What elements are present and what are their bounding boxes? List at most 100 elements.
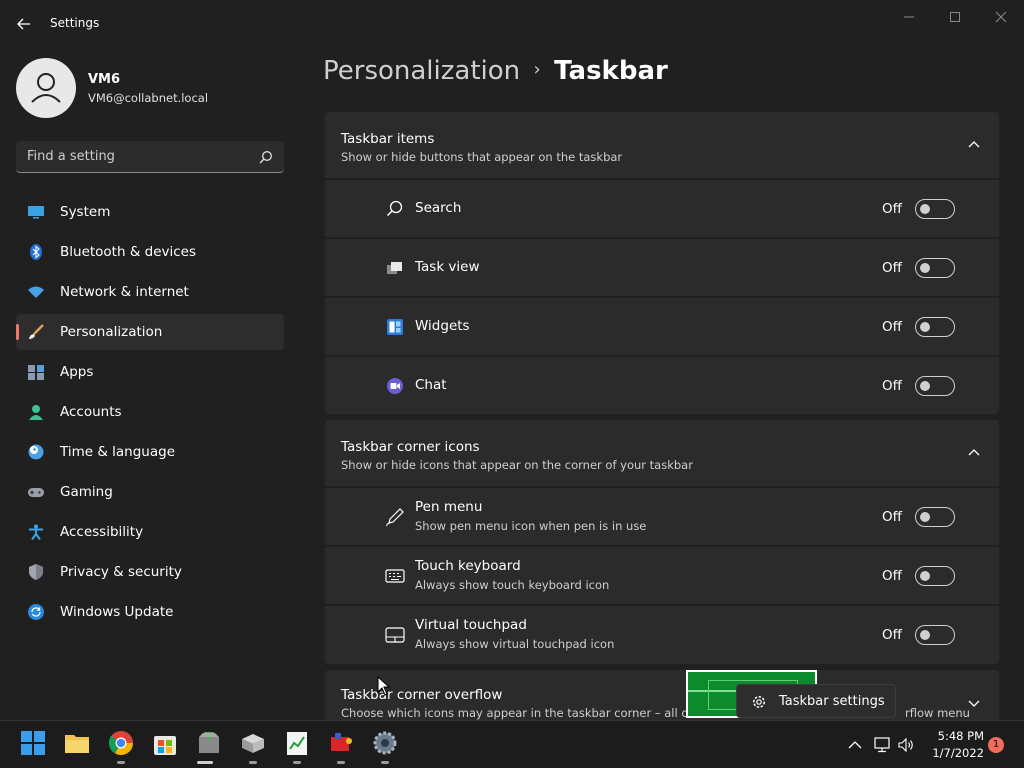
network-icon[interactable]	[873, 736, 891, 754]
running-indicator	[117, 761, 125, 764]
widgets-icon	[387, 319, 403, 335]
close-icon[interactable]	[986, 8, 1016, 26]
running-indicator	[249, 761, 257, 764]
running-indicator	[293, 761, 301, 764]
media-app-icon[interactable]	[327, 729, 355, 757]
toggle-knob	[920, 263, 930, 273]
sidebar-item-gaming[interactable]: Gaming	[16, 474, 284, 510]
volume-icon[interactable]	[897, 736, 915, 754]
touchpad-icon	[385, 627, 405, 643]
sidebar-item-label: System	[60, 204, 111, 220]
restore-icon[interactable]	[940, 8, 970, 26]
notification-badge[interactable]: 1	[988, 737, 1004, 753]
taskbar-corner-icons-header[interactable]: Taskbar corner icons Show or hide icons …	[325, 420, 999, 486]
search-icon[interactable]	[258, 149, 274, 165]
sidebar-item-label: Gaming	[60, 484, 113, 500]
setting-row-pen-menu: Pen menu Show pen menu icon when pen is …	[325, 486, 999, 543]
chrome-icon[interactable]	[107, 729, 135, 757]
toggle-knob	[920, 571, 930, 581]
search-toggle[interactable]	[915, 199, 955, 219]
sidebar-item-accounts[interactable]: Accounts	[16, 394, 284, 430]
virtual-touchpad-toggle[interactable]	[915, 625, 955, 645]
setting-row-widgets: Widgets Off	[325, 296, 999, 353]
setting-title: Widgets	[415, 318, 470, 334]
taskbar-settings-tooltip[interactable]: Taskbar settings	[736, 684, 896, 718]
monitor-icon	[28, 206, 44, 219]
taskbar-items-header[interactable]: Taskbar items Show or hide buttons that …	[325, 112, 999, 178]
taskbar-corner-overflow-section[interactable]: Taskbar corner overflow Choose which ico…	[325, 670, 999, 722]
breadcrumb-parent[interactable]: Personalization	[323, 56, 520, 86]
file-explorer-icon[interactable]	[63, 729, 91, 757]
accessibility-icon	[29, 524, 43, 540]
tooltip-label: Taskbar settings	[779, 694, 885, 709]
touch-keyboard-toggle[interactable]	[915, 566, 955, 586]
sidebar-item-personalization[interactable]: Personalization	[16, 314, 284, 350]
chevron-up-icon[interactable]	[967, 138, 981, 152]
taskbar-clock[interactable]: 5:48 PM 1/7/2022	[920, 729, 984, 760]
search-icon	[386, 200, 403, 217]
keyboard-icon	[385, 569, 405, 583]
start-icon[interactable]	[19, 729, 47, 757]
sidebar-item-label: Network & internet	[60, 284, 189, 300]
toggle-state-label: Off	[882, 201, 902, 217]
section-subtitle: Choose which icons may appear in the tas…	[341, 706, 712, 720]
toggle-state-label: Off	[882, 627, 902, 643]
gamepad-icon	[28, 488, 44, 497]
sidebar-item-privacy-security[interactable]: Privacy & security	[16, 554, 284, 590]
avatar[interactable]	[16, 58, 76, 118]
pen-menu-toggle[interactable]	[915, 507, 955, 527]
sidebar-item-label: Accessibility	[60, 524, 144, 540]
install-app-icon[interactable]	[195, 729, 223, 757]
sidebar-item-label: Windows Update	[60, 604, 174, 620]
setting-description: Always show touch keyboard icon	[415, 578, 610, 592]
toggle-state-label: Off	[882, 378, 902, 394]
section-title: Taskbar items	[341, 131, 435, 147]
sidebar-item-label: Privacy & security	[60, 564, 182, 580]
chat-toggle[interactable]	[915, 376, 955, 396]
mouse-cursor-icon	[377, 676, 391, 696]
setting-title: Task view	[415, 259, 480, 275]
section-title: Taskbar corner icons	[341, 439, 480, 455]
sidebar-item-bluetooth[interactable]: Bluetooth & devices	[16, 234, 284, 270]
sidebar-item-apps[interactable]: Apps	[16, 354, 284, 390]
back-arrow-icon[interactable]	[14, 14, 34, 34]
chart-app-icon[interactable]	[283, 729, 311, 757]
sidebar-item-time-language[interactable]: Time & language	[16, 434, 284, 470]
toggle-knob	[920, 512, 930, 522]
toggle-knob	[920, 204, 930, 214]
sidebar-item-windows-update[interactable]: Windows Update	[16, 594, 284, 630]
setting-title: Search	[415, 200, 462, 216]
breadcrumb: Personalization › Taskbar	[323, 56, 668, 96]
toggle-knob	[920, 630, 930, 640]
page-title: Taskbar	[554, 56, 668, 86]
task-view-toggle[interactable]	[915, 258, 955, 278]
chat-icon	[387, 378, 403, 394]
windows-taskbar: 5:48 PM 1/7/2022 1	[0, 720, 1024, 768]
toggle-knob	[920, 322, 930, 332]
minimize-icon[interactable]	[894, 8, 924, 26]
sidebar-item-network[interactable]: Network & internet	[16, 274, 284, 310]
update-icon	[28, 604, 44, 620]
sidebar-item-label: Bluetooth & devices	[60, 244, 197, 260]
setting-description: Show pen menu icon when pen is in use	[415, 519, 647, 533]
chevron-up-icon[interactable]	[846, 736, 864, 754]
title-bar: Settings	[0, 0, 1024, 48]
section-subtitle: Show or hide icons that appear on the co…	[341, 458, 693, 472]
brush-icon	[29, 324, 44, 339]
bluetooth-icon	[30, 244, 42, 260]
sidebar-item-system[interactable]: System	[16, 194, 284, 230]
sidebar-item-label: Personalization	[60, 324, 163, 340]
running-indicator	[381, 761, 389, 764]
breadcrumb-separator: ›	[533, 59, 541, 80]
running-indicator	[337, 761, 345, 764]
widgets-toggle[interactable]	[915, 317, 955, 337]
sidebar-nav: System Bluetooth & devices Network & int…	[16, 194, 284, 634]
settings-icon[interactable]	[371, 729, 399, 757]
server-app-icon[interactable]	[239, 729, 267, 757]
chevron-down-icon[interactable]	[967, 696, 981, 710]
search-input[interactable]	[16, 141, 246, 172]
profile-name: VM6	[88, 72, 121, 87]
store-icon[interactable]	[151, 729, 179, 757]
sidebar-item-accessibility[interactable]: Accessibility	[16, 514, 284, 550]
chevron-up-icon[interactable]	[967, 446, 981, 460]
